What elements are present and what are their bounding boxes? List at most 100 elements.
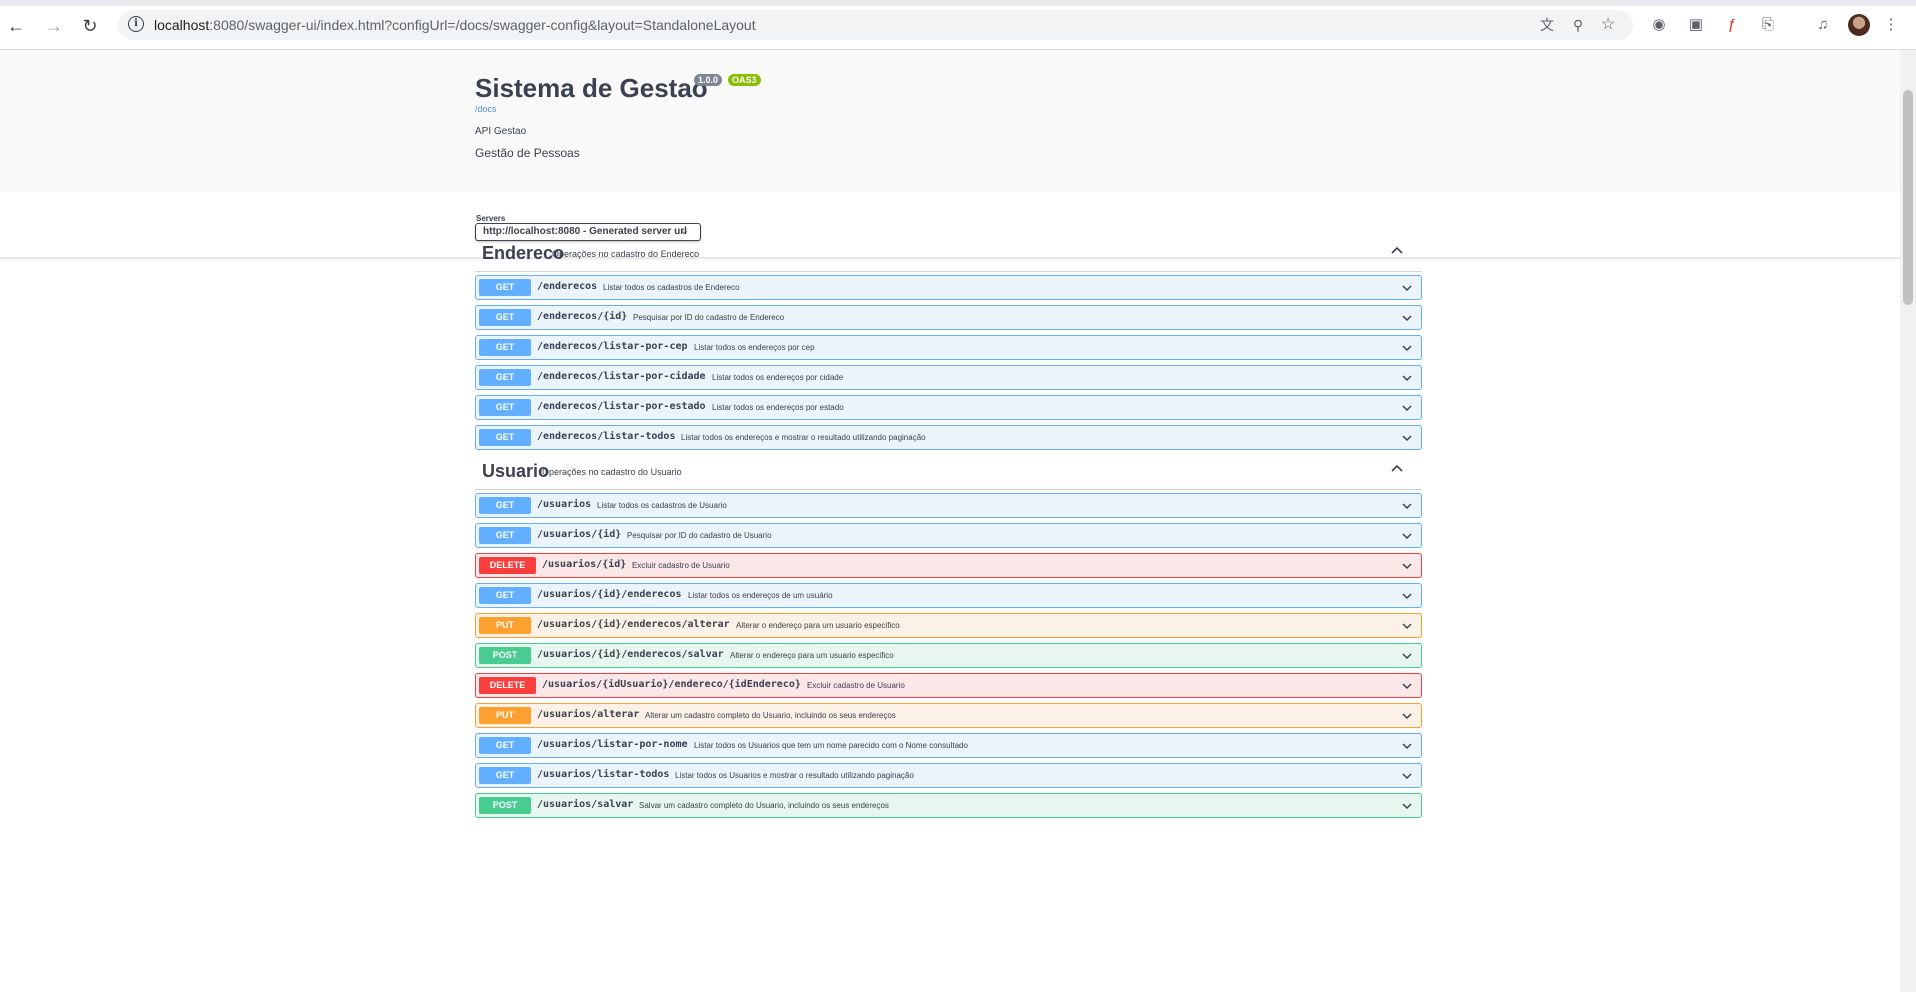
operation-summary: Listar todos os cadastros de Usuario bbox=[597, 501, 727, 510]
forward-icon[interactable]: → bbox=[42, 14, 66, 38]
operation-row[interactable]: GET/usuarios/{id}/enderecos Listar todos … bbox=[475, 583, 1422, 608]
operation-path: /usuarios/listar-todos bbox=[537, 769, 670, 780]
profile-avatar[interactable] bbox=[1848, 14, 1870, 36]
chevron-down-icon[interactable] bbox=[1401, 402, 1413, 414]
media-controls-icon[interactable]: ♫ bbox=[1812, 14, 1834, 36]
chevron-down-icon[interactable] bbox=[1401, 342, 1413, 354]
chevron-up-icon[interactable] bbox=[1390, 461, 1404, 475]
url-text[interactable]: localhost:8080/swagger-ui/index.html?con… bbox=[154, 17, 756, 33]
operation-row[interactable]: GET/enderecos/listar-por-cep Listar todos… bbox=[475, 335, 1422, 360]
operation-row[interactable]: GET/enderecos Listar todos os cadastros d… bbox=[475, 275, 1422, 300]
method-badge: GET bbox=[479, 429, 531, 446]
extension-owl-icon[interactable]: ◉ bbox=[1648, 14, 1670, 36]
operation-row[interactable]: GET/enderecos/listar-por-cidade Listar to… bbox=[475, 365, 1422, 390]
extension-acrobat-icon[interactable]: ƒ bbox=[1721, 14, 1743, 36]
operation-summary: Listar todos os endereços de um usuário bbox=[688, 591, 833, 600]
version-badge: 1.0.0 bbox=[694, 74, 723, 86]
operation-path: /usuarios/alterar bbox=[537, 709, 640, 720]
chevron-down-icon[interactable] bbox=[1401, 282, 1413, 294]
tag-header[interactable]: Endereco Operações no cadastro do Enderec… bbox=[475, 232, 1422, 272]
operation-row[interactable]: GET/usuarios/{id} Pesquisar por ID do cad… bbox=[475, 523, 1422, 548]
method-badge: GET bbox=[479, 497, 531, 514]
operation-summary: Listar todos os endereços por estado bbox=[712, 403, 844, 412]
browser-menu-icon[interactable]: ⋮ bbox=[1880, 14, 1902, 36]
operations-list: GET/usuarios Listar todos os cadastros de… bbox=[475, 493, 1422, 818]
operation-row[interactable]: POST/usuarios/{id}/enderecos/salvar Alter… bbox=[475, 643, 1422, 668]
chevron-down-icon[interactable] bbox=[1401, 312, 1413, 324]
chevron-down-icon[interactable] bbox=[1401, 680, 1413, 692]
translate-icon[interactable]: 文 bbox=[1538, 16, 1556, 34]
zoom-icon[interactable]: ⚲ bbox=[1569, 16, 1587, 34]
extensions-puzzle-icon[interactable]: ⎘ bbox=[1757, 14, 1779, 36]
operation-row[interactable]: DELETE/usuarios/{id} Excluir cadastro de … bbox=[475, 553, 1422, 578]
api-description: API Gestao bbox=[475, 126, 527, 137]
operation-row[interactable]: DELETE/usuarios/{idUsuario}/endereco/{id… bbox=[475, 673, 1422, 698]
method-badge: GET bbox=[479, 369, 531, 386]
operation-path: /enderecos/listar-por-cep bbox=[537, 341, 688, 352]
method-badge: GET bbox=[479, 737, 531, 754]
address-bar[interactable]: i localhost:8080/swagger-ui/index.html?c… bbox=[118, 10, 1633, 40]
chevron-down-icon[interactable] bbox=[1401, 650, 1413, 662]
operation-summary: Listar todos os endereços e mostrar o re… bbox=[681, 433, 926, 442]
operation-path: /enderecos/listar-por-estado bbox=[537, 401, 706, 412]
page-title: Sistema de Gestao bbox=[475, 73, 708, 103]
operation-row[interactable]: POST/usuarios/salvar Salvar um cadastro c… bbox=[475, 793, 1422, 818]
tag-description: Operações no cadastro do Endereco bbox=[552, 249, 700, 259]
operation-summary: Listar todos os Usuarios e mostrar o res… bbox=[675, 771, 914, 780]
chevron-down-icon[interactable] bbox=[1401, 800, 1413, 812]
operation-row[interactable]: GET/enderecos/listar-por-estado Listar to… bbox=[475, 395, 1422, 420]
method-badge: GET bbox=[479, 309, 531, 326]
operation-summary: Alterar um cadastro completo do Usuario,… bbox=[645, 711, 896, 720]
oas-badge: OAS3 bbox=[728, 74, 761, 86]
operation-path: /usuarios/{idUsuario}/endereco/{idEndere… bbox=[542, 679, 801, 690]
operation-summary: Listar todos os cadastros de Endereco bbox=[603, 283, 740, 292]
operation-summary: Alterar o endereço para um usuario espec… bbox=[730, 651, 894, 660]
operation-row[interactable]: GET/enderecos/{id} Pesquisar por ID do ca… bbox=[475, 305, 1422, 330]
operation-path: /usuarios/{id}/enderecos bbox=[537, 589, 682, 600]
operation-row[interactable]: GET/usuarios/listar-por-nome Listar todos… bbox=[475, 733, 1422, 758]
operation-summary: Pesquisar por ID do cadastro de Endereco bbox=[633, 313, 785, 322]
operation-row[interactable]: GET/usuarios Listar todos os cadastros de… bbox=[475, 493, 1422, 518]
chevron-down-icon[interactable] bbox=[1401, 590, 1413, 602]
operation-path: /usuarios bbox=[537, 499, 592, 510]
chevron-down-icon[interactable] bbox=[1401, 530, 1413, 542]
chevron-down-icon[interactable] bbox=[1401, 620, 1413, 632]
operation-summary: Salvar um cadastro completo do Usuario, … bbox=[639, 801, 889, 810]
chevron-down-icon[interactable] bbox=[1401, 500, 1413, 512]
method-badge: GET bbox=[479, 399, 531, 416]
docs-link[interactable]: /docs bbox=[475, 104, 497, 114]
tag-description: Operações no cadastro do Usuario bbox=[542, 467, 682, 477]
chevron-up-icon[interactable] bbox=[1390, 243, 1404, 257]
tag-section-endereco: Endereco Operações no cadastro do Enderec… bbox=[475, 232, 1422, 455]
api-info: Sistema de Gestao 1.0.0 OAS3 /docs API G… bbox=[0, 50, 1900, 191]
chevron-down-icon[interactable] bbox=[1401, 770, 1413, 782]
operation-row[interactable]: GET/usuarios/listar-todos Listar todos os… bbox=[475, 763, 1422, 788]
back-icon[interactable]: ← bbox=[4, 14, 28, 38]
chevron-down-icon[interactable] bbox=[1401, 432, 1413, 444]
chevron-down-icon[interactable] bbox=[1401, 710, 1413, 722]
chevron-down-icon[interactable] bbox=[1401, 560, 1413, 572]
chevron-down-icon[interactable] bbox=[1401, 372, 1413, 384]
site-info-icon[interactable]: i bbox=[128, 16, 144, 32]
operation-summary: Listar todos os endereços por cidade bbox=[712, 373, 844, 382]
api-subdescription: Gestão de Pessoas bbox=[475, 146, 580, 160]
scrollbar-thumb[interactable] bbox=[1903, 90, 1913, 305]
reload-icon[interactable]: ↻ bbox=[78, 14, 102, 38]
operation-row[interactable]: PUT/usuarios/alterar Alterar um cadastro … bbox=[475, 703, 1422, 728]
method-badge: POST bbox=[479, 647, 531, 664]
operation-path: /usuarios/salvar bbox=[537, 799, 634, 810]
extension-m-icon[interactable]: ▣ bbox=[1685, 14, 1707, 36]
servers-label: Servers bbox=[476, 214, 506, 223]
bookmark-star-icon[interactable]: ☆ bbox=[1599, 16, 1617, 34]
operation-row[interactable]: PUT/usuarios/{id}/enderecos/alterar Alter… bbox=[475, 613, 1422, 638]
tag-header[interactable]: Usuario Operações no cadastro do Usuario bbox=[475, 450, 1422, 490]
operation-summary: Pesquisar por ID do cadastro de Usuario bbox=[627, 531, 772, 540]
operation-path: /enderecos/listar-todos bbox=[537, 431, 676, 442]
swagger-page: Sistema de Gestao 1.0.0 OAS3 /docs API G… bbox=[0, 50, 1900, 992]
chevron-down-icon[interactable] bbox=[1401, 740, 1413, 752]
operation-row[interactable]: GET/enderecos/listar-todos Listar todos o… bbox=[475, 425, 1422, 450]
page-scrollbar[interactable] bbox=[1900, 50, 1916, 992]
operation-path: /usuarios/listar-por-nome bbox=[537, 739, 688, 750]
tab-strip-edge bbox=[0, 0, 1916, 6]
operation-summary: Listar todos os Usuarios que tem um nome… bbox=[694, 741, 968, 750]
